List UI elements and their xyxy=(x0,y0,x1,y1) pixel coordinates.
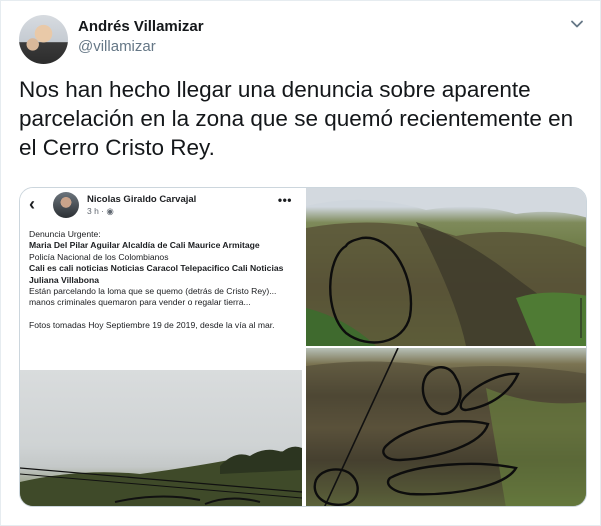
post-time: 3 h · xyxy=(87,206,107,216)
author-avatar[interactable] xyxy=(19,15,68,64)
post-author-name: Nicolas Giraldo Carvajal xyxy=(87,194,197,205)
media-grid[interactable]: ‹ Nicolas Giraldo Carvajal 3 h · ◉ ••• D… xyxy=(19,187,587,507)
embedded-facebook-screenshot[interactable]: ‹ Nicolas Giraldo Carvajal 3 h · ◉ ••• D… xyxy=(20,188,304,506)
author-handle[interactable]: @villamizar xyxy=(78,38,156,55)
post-line: Fotos tomadas Hoy Septiembre 19 de 2019,… xyxy=(29,319,275,330)
more-options-icon: ••• xyxy=(277,193,292,207)
hillside-photo-top[interactable] xyxy=(306,188,586,346)
author-name[interactable]: Andrés Villamizar xyxy=(78,18,204,35)
tweet-card: Andrés Villamizar @villamizar Nos han he… xyxy=(0,0,601,526)
hillside-photo-bottom[interactable] xyxy=(306,348,586,506)
post-line: Están parcelando la loma que se quemo (d… xyxy=(29,286,277,308)
tweet-text: Nos han hecho llegar una denuncia sobre … xyxy=(19,77,574,160)
post-meta: 3 h · ◉ xyxy=(87,206,114,217)
photo-foreground xyxy=(20,446,302,506)
post-line: Policía Nacional de los Colombianos xyxy=(29,251,169,262)
chevron-down-icon[interactable] xyxy=(568,15,586,33)
post-author-avatar xyxy=(53,192,79,218)
post-line-tags: Maria Del Pilar Aguilar Alcaldía de Cali… xyxy=(29,240,260,251)
globe-icon: ◉ xyxy=(106,206,114,216)
post-line-tags: Cali es cali noticias Noticias Caracol T… xyxy=(29,263,284,285)
burned-slope-drawing xyxy=(306,348,586,506)
post-body: Denuncia Urgente: Maria Del Pilar Aguila… xyxy=(29,229,299,331)
back-arrow-icon: ‹ xyxy=(29,194,35,214)
post-photo xyxy=(20,370,302,506)
post-line: Denuncia Urgente: xyxy=(29,229,101,239)
burned-hill-drawing xyxy=(306,188,586,346)
